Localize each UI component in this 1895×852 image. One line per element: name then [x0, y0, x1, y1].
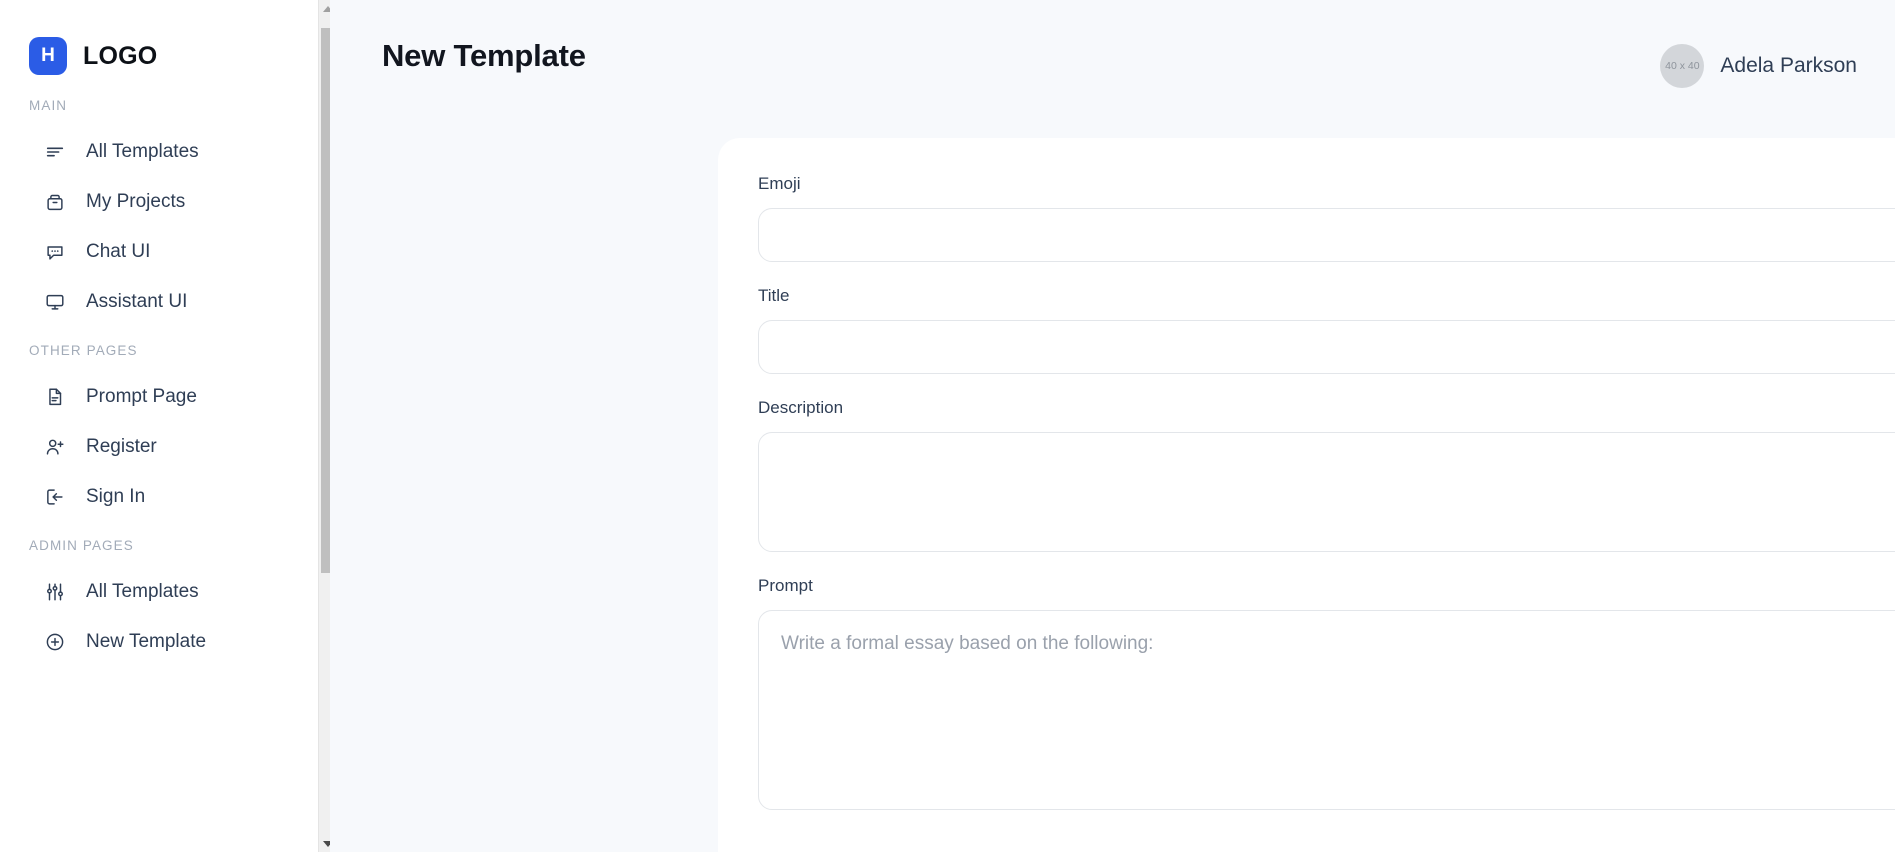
- monitor-icon: [44, 291, 66, 313]
- field-emoji: Emoji: [758, 174, 1895, 262]
- list-lines-icon: [44, 141, 66, 163]
- sidebar-item-my-projects[interactable]: My Projects: [0, 177, 330, 227]
- title-label: Title: [758, 286, 790, 305]
- app-root: H LOGO MAIN All Templates My Projects Ch…: [0, 0, 1895, 852]
- sidebar-item-label: Register: [86, 436, 157, 457]
- brand-name: LOGO: [83, 41, 158, 70]
- chat-bubble-icon: [44, 241, 66, 263]
- brand-logo[interactable]: H LOGO: [0, 0, 330, 86]
- sidebar-item-register[interactable]: Register: [0, 422, 330, 472]
- sidebar-item-label: Assistant UI: [86, 291, 188, 312]
- description-label: Description: [758, 398, 844, 417]
- prompt-label: Prompt: [758, 576, 813, 595]
- user-plus-icon: [44, 436, 66, 458]
- sidebar-item-label: Chat UI: [86, 241, 151, 262]
- login-arrow-icon: [44, 486, 66, 508]
- sidebar-item-assistant-ui[interactable]: Assistant UI: [0, 277, 330, 327]
- user-profile-chip[interactable]: 40 x 40 Adela Parkson: [1660, 38, 1857, 88]
- sidebar-item-prompt-page[interactable]: Prompt Page: [0, 372, 330, 422]
- field-prompt: Prompt: [758, 576, 1895, 810]
- sidebar-item-label: New Template: [86, 631, 207, 652]
- sidebar: H LOGO MAIN All Templates My Projects Ch…: [0, 0, 330, 852]
- logo-badge-icon: H: [29, 37, 67, 75]
- sidebar-item-admin-all-templates[interactable]: All Templates: [0, 567, 330, 617]
- new-template-form-card: Emoji Title Description Prompt: [718, 138, 1895, 852]
- sidebar-item-chat-ui[interactable]: Chat UI: [0, 227, 330, 277]
- avatar: 40 x 40: [1660, 44, 1705, 88]
- sidebar-item-label: Prompt Page: [86, 386, 197, 407]
- sidebar-scroll-area: H LOGO MAIN All Templates My Projects Ch…: [0, 0, 330, 852]
- topbar: New Template 40 x 40 Adela Parkson: [330, 0, 1895, 128]
- sidebar-item-label: All Templates: [86, 581, 199, 602]
- field-description: Description: [758, 398, 1895, 552]
- sliders-icon: [44, 581, 66, 603]
- emoji-input[interactable]: [758, 208, 1895, 262]
- plus-circle-icon: [44, 631, 66, 653]
- nav-section-title-main: MAIN: [29, 98, 68, 113]
- scroll-down-arrow-icon[interactable]: [319, 835, 330, 852]
- sidebar-item-sign-in[interactable]: Sign In: [0, 472, 330, 522]
- scrollbar-thumb[interactable]: [321, 28, 330, 573]
- document-icon: [44, 386, 66, 408]
- sidebar-item-all-templates[interactable]: All Templates: [0, 127, 330, 177]
- user-name: Adela Parkson: [1720, 54, 1857, 77]
- sidebar-item-label: My Projects: [86, 191, 186, 212]
- title-input[interactable]: [758, 320, 1895, 374]
- field-title: Title: [758, 286, 1895, 374]
- main-content: New Template 40 x 40 Adela Parkson Emoji…: [330, 0, 1895, 852]
- sidebar-item-label: All Templates: [86, 141, 199, 162]
- sidebar-item-new-template[interactable]: New Template: [0, 617, 330, 667]
- archive-box-icon: [44, 191, 66, 213]
- nav-section-title-other-pages: OTHER PAGES: [29, 343, 138, 358]
- scroll-up-arrow-icon[interactable]: [319, 0, 330, 17]
- sidebar-scrollbar[interactable]: [318, 0, 330, 852]
- nav-section-title-admin-pages: ADMIN PAGES: [29, 538, 134, 553]
- emoji-label: Emoji: [758, 174, 801, 193]
- description-textarea[interactable]: [758, 432, 1895, 552]
- prompt-textarea[interactable]: [758, 610, 1895, 810]
- page-title: New Template: [382, 38, 586, 73]
- sidebar-item-label: Sign In: [86, 486, 146, 507]
